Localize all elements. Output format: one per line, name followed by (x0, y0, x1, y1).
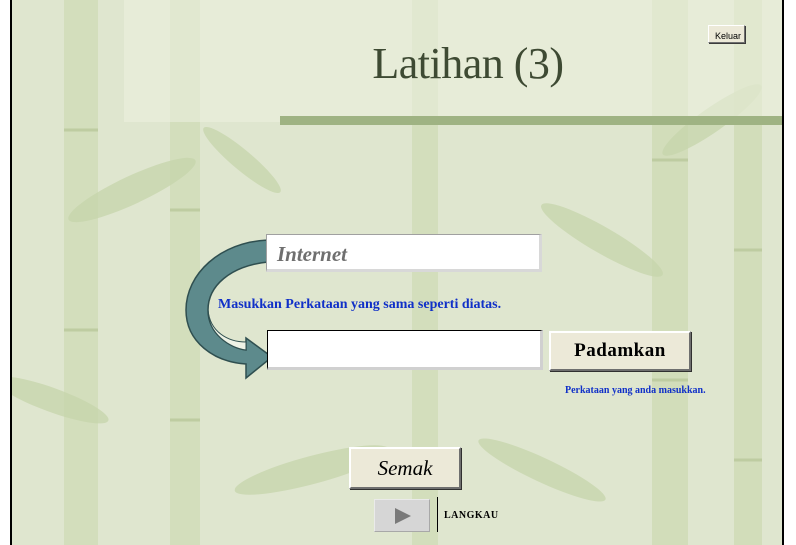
input-hint: Perkataan yang anda masukkan. (565, 385, 706, 396)
skip-label: LANGKAU (444, 510, 499, 521)
target-word-box: Internet (266, 234, 542, 272)
page-title: Latihan (3) (372, 39, 564, 88)
instruction-text: Masukkan Perkataan yang sama seperti dia… (218, 297, 502, 312)
footer-divider (437, 497, 438, 532)
title-rule (280, 116, 782, 125)
slide-canvas: Latihan (3) Keluar Internet Masukkan Per… (10, 0, 784, 545)
check-button[interactable]: Semak (349, 447, 461, 489)
exit-button[interactable]: Keluar (708, 25, 745, 43)
answer-input[interactable] (267, 330, 543, 370)
play-icon (395, 508, 411, 524)
clear-button[interactable]: Padamkan (549, 331, 691, 371)
skip-button[interactable] (374, 499, 430, 532)
target-word: Internet (277, 242, 348, 266)
